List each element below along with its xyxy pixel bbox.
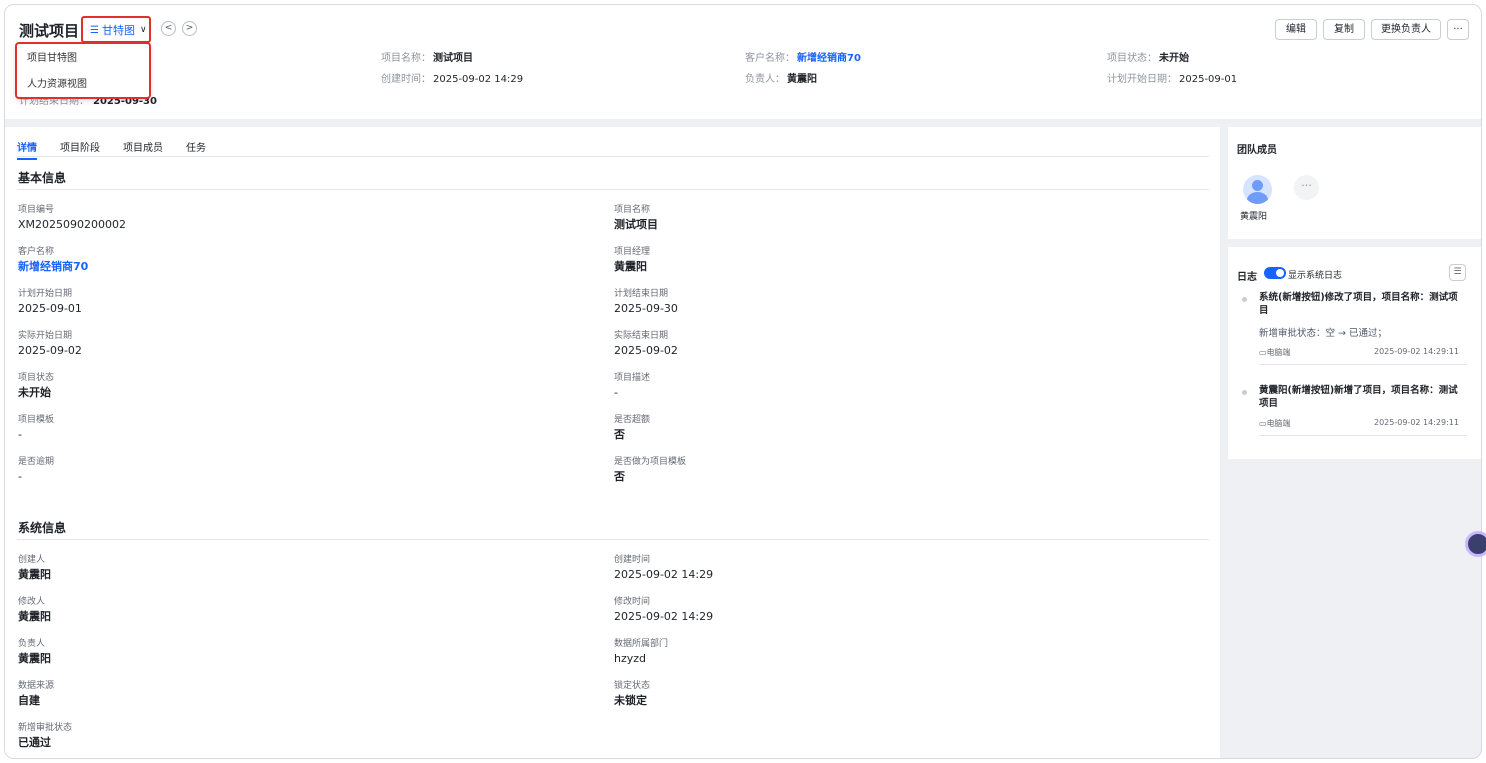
field-plan-end-date: 计划结束日期 2025-09-30 — [614, 289, 678, 315]
more-members-button[interactable]: ··· — [1294, 175, 1319, 200]
app-window: 测试项目 ☰ 甘特图 ∨ < > 计划结束日期： 2025-09-30 项目甘特图… — [4, 4, 1482, 759]
prev-button[interactable]: < — [161, 21, 176, 36]
page-title: 测试项目 — [19, 22, 80, 40]
field-modified-time: 修改时间 2025-09-02 14:29 — [614, 597, 714, 623]
log-title: 日志 — [1237, 272, 1257, 283]
field-over-budget: 是否超额否 — [614, 415, 651, 441]
log-divider — [1259, 435, 1467, 436]
log-entry-source: ▭电脑端 — [1259, 419, 1291, 428]
field-owner: 负责人 黄震阳 — [18, 639, 51, 665]
meta-owner: 负责人： 黄震阳 — [745, 74, 817, 85]
field-actual-start-date: 实际开始日期 2025-09-02 — [18, 331, 82, 357]
highlight-box-view-switch — [81, 16, 151, 43]
field-project-name: 项目名称 测试项目 — [614, 205, 658, 231]
meta-created-time: 创建时间： 2025-09-02 14:29 — [381, 74, 524, 85]
detail-panel: 详情 项目阶段 项目成员 任务 基本信息 项目编号 XM2025090200002… — [5, 127, 1220, 758]
field-project-manager: 项目经理 黄震阳 — [614, 247, 651, 273]
basic-info-divider — [17, 189, 1209, 190]
monitor-icon: ▭ — [1259, 348, 1267, 357]
dropdown-item-resource-view[interactable]: 人力资源视图 — [17, 74, 149, 96]
field-plan-start-date: 计划开始日期 2025-09-01 — [18, 289, 82, 315]
field-lock-status: 锁定状态 未锁定 — [614, 681, 651, 707]
log-entry-time: 2025-09-02 14:29:11 — [1374, 418, 1459, 427]
field-created-time: 创建时间 2025-09-02 14:29 — [614, 555, 714, 581]
field-modifier: 修改人 黄震阳 — [18, 597, 51, 623]
log-entry-time: 2025-09-02 14:29:11 — [1374, 347, 1459, 356]
field-project-description: 项目描述 - — [614, 373, 651, 399]
tab-divider — [17, 156, 1209, 157]
field-as-template: 是否做为项目模板否 — [614, 457, 687, 483]
meta-customer-name: 客户名称： 新增经销商70 — [745, 53, 861, 64]
list-icon[interactable]: ☰ — [1449, 264, 1466, 281]
view-dropdown-menu: 项目甘特图 人力资源视图 — [15, 42, 151, 99]
monitor-icon: ▭ — [1259, 419, 1267, 428]
timeline-dot — [1242, 297, 1247, 302]
copy-button[interactable]: 复制 — [1323, 19, 1365, 40]
field-project-code: 项目编号 XM2025090200002 — [18, 205, 127, 231]
system-log-toggle-label: 显示系统日志 — [1288, 271, 1343, 281]
customer-name-link[interactable]: 新增经销商70 — [18, 260, 88, 274]
team-members-title: 团队成员 — [1237, 145, 1277, 156]
page-header: 测试项目 ☰ 甘特图 ∨ < > 计划结束日期： 2025-09-30 项目甘特图… — [5, 5, 1481, 119]
dropdown-item-project-gantt[interactable]: 项目甘特图 — [17, 48, 149, 70]
field-approval-status: 新增审批状态 已通过 — [18, 723, 73, 749]
edit-button[interactable]: 编辑 — [1275, 19, 1317, 40]
meta-plan-start-date: 计划开始日期： 2025-09-01 — [1107, 74, 1238, 85]
field-project-status: 项目状态 未开始 — [18, 373, 55, 399]
field-overdue: 是否逾期 - — [18, 457, 55, 483]
timeline-dot — [1242, 390, 1247, 395]
field-creator: 创建人 黄震阳 — [18, 555, 51, 581]
field-actual-end-date: 实际结束日期 2025-09-02 — [614, 331, 678, 357]
member-name: 黄震阳 — [1240, 212, 1268, 222]
basic-info-title: 基本信息 — [18, 171, 67, 185]
meta-project-status: 项目状态： 未开始 — [1107, 53, 1189, 64]
field-data-source: 数据来源 自建 — [18, 681, 55, 707]
log-entry-text: 黄震阳(新增按钮)新增了项目，项目名称：测试项目 — [1259, 385, 1458, 409]
system-log-toggle[interactable] — [1264, 267, 1286, 279]
assistant-float-button[interactable] — [1465, 531, 1486, 557]
more-actions-button[interactable]: ··· — [1447, 19, 1469, 40]
system-info-title: 系统信息 — [18, 521, 67, 535]
avatar[interactable] — [1243, 175, 1272, 204]
change-owner-button[interactable]: 更换负责人 — [1371, 19, 1441, 40]
log-entry-text: 系统(新增按钮)修改了项目，项目名称：测试项目 — [1259, 292, 1458, 316]
meta-project-name: 项目名称： 测试项目 — [381, 53, 473, 64]
log-card: 日志 显示系统日志 ☰ 系统(新增按钮)修改了项目，项目名称：测试项目 新增审批… — [1228, 247, 1481, 459]
log-divider — [1259, 364, 1467, 365]
field-project-template: 项目模板 - — [18, 415, 55, 441]
system-info-divider — [17, 539, 1209, 540]
field-department: 数据所属部门 hzyzd — [614, 639, 669, 665]
next-button[interactable]: > — [182, 21, 197, 36]
log-entry-source: ▭电脑端 — [1259, 348, 1291, 357]
team-members-card: 团队成员 ··· 黄震阳 — [1228, 127, 1481, 239]
field-customer-name: 客户名称 新增经销商70 — [18, 247, 89, 274]
customer-link[interactable]: 新增经销商70 — [797, 53, 861, 64]
log-entry-detail: 新增审批状态：空 → 已通过； — [1259, 328, 1387, 339]
